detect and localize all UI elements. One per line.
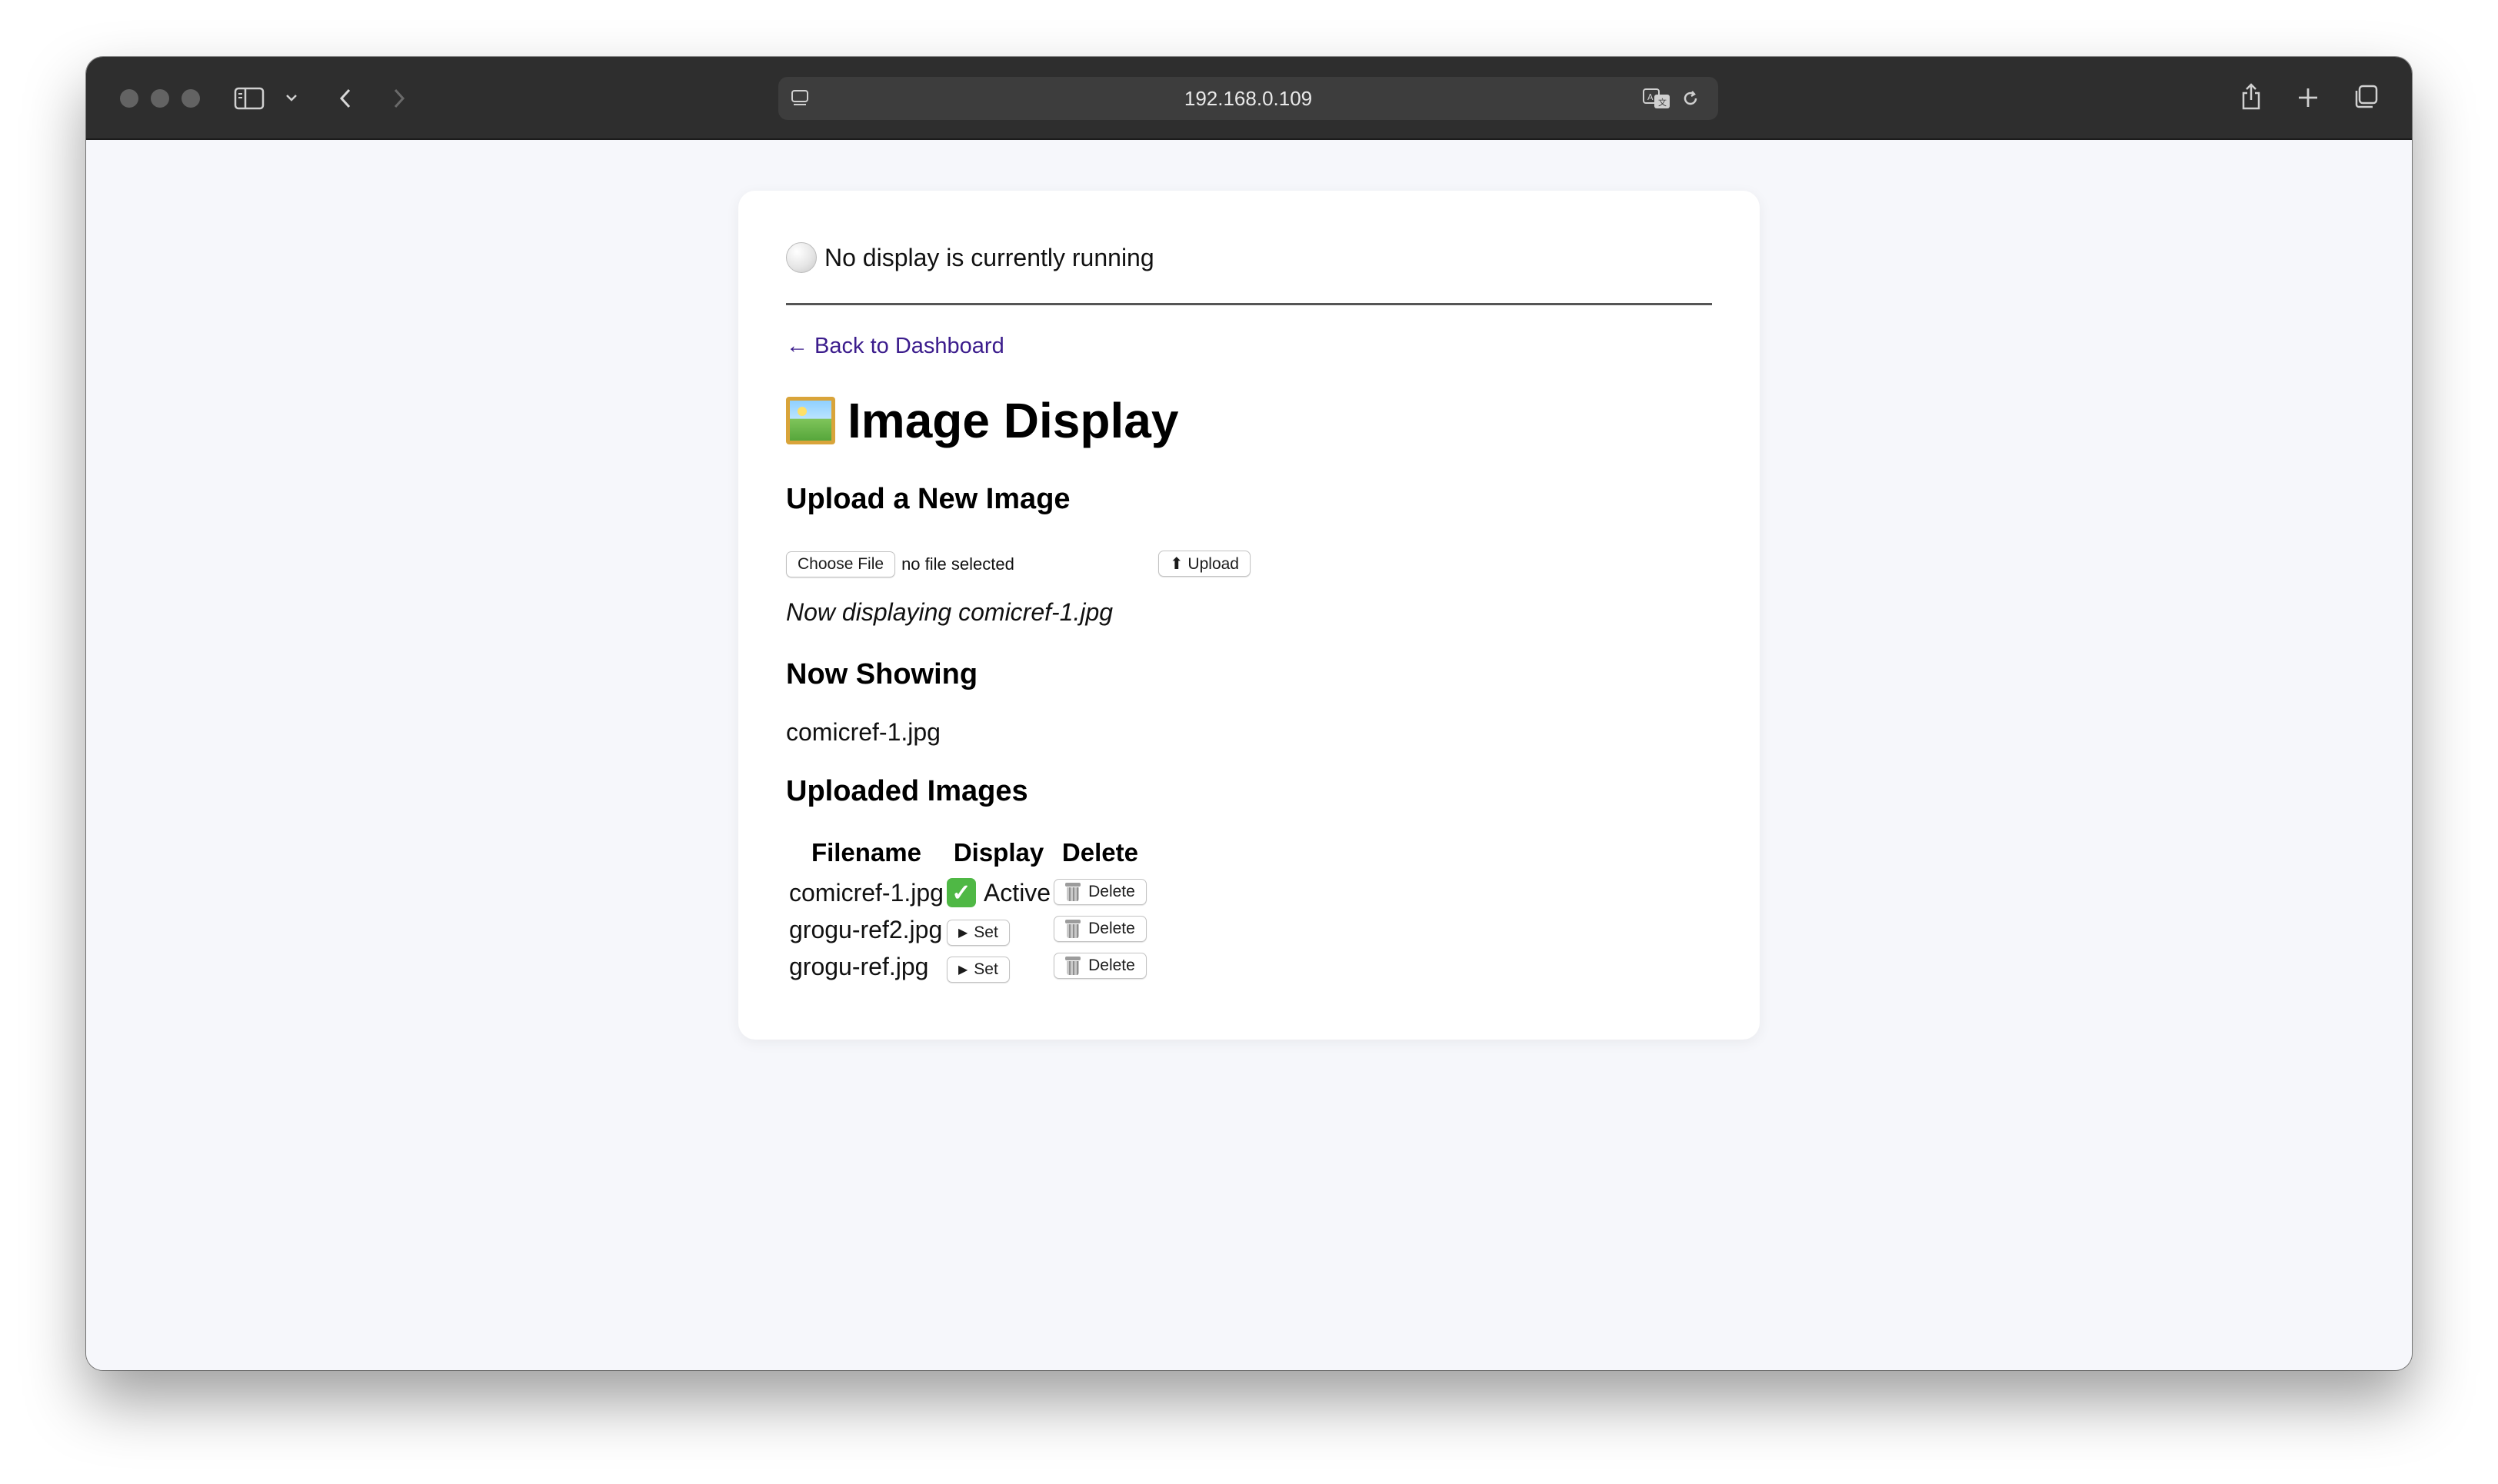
reload-icon[interactable] [1680,88,1701,109]
play-icon: ▶ [958,963,968,977]
status-text: No display is currently running [824,243,1154,271]
page-title: Image Display [786,392,1178,449]
play-icon: ▶ [958,926,968,940]
display-status: No display is currently running [786,241,1154,274]
set-button[interactable]: ▶ Set [946,919,1010,946]
table-row: comicref-1.jpg ✓ Active Delete [789,875,1147,910]
upload-heading: Upload a New Image [786,483,1071,515]
back-arrow-icon[interactable] [334,85,357,112]
now-showing-heading: Now Showing [786,658,978,690]
column-header-display: Display [953,838,1044,867]
new-tab-plus-icon[interactable] [2295,85,2321,111]
uploaded-images-table: Filename Display Delete comicref-1.jpg ✓… [786,837,1150,986]
filename-cell: grogu-ref2.jpg [789,915,943,943]
address-bar[interactable]: 192.168.0.109 A文 [778,77,1718,120]
check-mark-icon: ✓ [946,878,976,907]
share-icon[interactable] [2238,82,2264,112]
content-card: No display is currently running ← Back t… [738,191,1760,1040]
no-file-text: no file selected [901,554,1014,574]
chevron-down-icon[interactable] [283,89,300,106]
filename-cell: grogu-ref.jpg [789,952,929,980]
sidebar-icon[interactable] [234,85,265,112]
uploaded-images-heading: Uploaded Images [786,775,1028,807]
trash-icon [1065,919,1081,938]
framed-picture-icon [786,397,835,444]
table-row: grogu-ref2.jpg ▶ Set Delete [789,912,1147,947]
file-input: Choose File no file selected [786,551,1014,578]
browser-toolbar: 192.168.0.109 A文 [86,57,2412,140]
delete-button[interactable]: Delete [1054,952,1147,979]
set-label: Set [974,923,998,941]
filename-cell: comicref-1.jpg [789,878,944,907]
upload-button[interactable]: ⬆ Upload [1158,551,1251,577]
column-header-delete: Delete [1061,838,1138,867]
delete-button[interactable]: Delete [1054,878,1147,905]
delete-label: Delete [1088,956,1135,974]
choose-file-button[interactable]: Choose File [786,551,896,577]
tab-overview-icon[interactable] [2352,83,2380,111]
browser-window: 192.168.0.109 A文 No display is currently… [86,57,2412,1370]
white-circle-icon [786,242,817,273]
delete-label: Delete [1088,919,1135,937]
column-header-filename: Filename [811,838,921,867]
delete-cell: Delete [1054,875,1147,910]
page-title-text: Image Display [848,393,1179,448]
display-cell: ▶ Set [946,949,1051,984]
delete-cell: Delete [1054,912,1147,947]
display-cell: ✓ Active [946,875,1051,910]
set-button[interactable]: ▶ Set [946,956,1010,983]
close-window-button[interactable] [120,89,138,108]
forward-arrow-icon[interactable] [388,85,411,112]
active-label: Active [983,878,1051,907]
trash-icon [1065,882,1081,901]
display-cell: ▶ Set [946,912,1051,947]
divider [786,303,1712,305]
minimize-window-button[interactable] [151,89,169,108]
zoom-window-button[interactable] [182,89,200,108]
trash-icon [1065,956,1081,975]
upload-message: Now displaying comicref-1.jpg [786,598,1114,626]
table-row: grogu-ref.jpg ▶ Set Delete [789,949,1147,984]
svg-text:文: 文 [1658,97,1667,108]
delete-cell: Delete [1054,949,1147,984]
delete-label: Delete [1088,882,1135,900]
page-viewport: No display is currently running ← Back t… [86,141,2412,1370]
table-header-row: Filename Display Delete [789,838,1147,873]
delete-button[interactable]: Delete [1054,915,1147,942]
back-to-dashboard-link[interactable]: ← Back to Dashboard [786,334,1004,359]
set-label: Set [974,960,998,978]
translate-icon[interactable]: A文 [1641,86,1672,111]
url-text[interactable]: 192.168.0.109 [778,77,1718,120]
svg-text:A: A [1647,92,1654,102]
now-showing-filename: comicref-1.jpg [786,718,941,746]
